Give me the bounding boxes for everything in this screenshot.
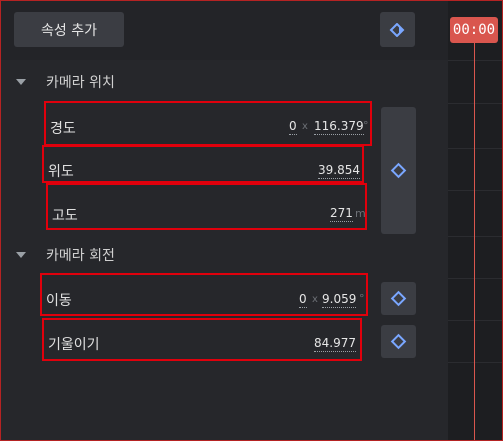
current-time-badge[interactable]: 00:00 xyxy=(450,17,498,43)
longitude-value[interactable]: 116.379 xyxy=(314,119,364,135)
property-label: 고도 xyxy=(52,208,78,224)
longitude-x-value[interactable]: 0 xyxy=(289,119,297,135)
tilt-value[interactable]: 84.977 xyxy=(314,336,356,352)
property-row-latitude[interactable]: 위도 39.854 xyxy=(42,145,364,183)
keyframe-diamond-icon xyxy=(390,162,407,179)
value-separator: x xyxy=(312,294,318,305)
playhead[interactable] xyxy=(474,43,475,441)
collapse-caret-icon[interactable] xyxy=(16,79,26,85)
next-keyframe-icon xyxy=(389,22,404,37)
property-row-tilt[interactable]: 기울이기 84.977 xyxy=(42,318,362,361)
next-keyframe-button[interactable] xyxy=(380,12,415,47)
keyframe-diamond-icon xyxy=(390,290,407,307)
unit-label: ° xyxy=(363,119,369,132)
property-label: 위도 xyxy=(48,164,74,180)
altitude-value[interactable]: 271 xyxy=(330,206,353,222)
property-row-altitude[interactable]: 고도 271 m xyxy=(46,183,367,230)
timeline-track[interactable] xyxy=(448,0,503,441)
value-separator: x xyxy=(302,121,308,132)
toolbar: 속성 추가 xyxy=(0,0,503,60)
collapse-caret-icon[interactable] xyxy=(16,252,26,258)
property-label: 경도 xyxy=(50,121,76,137)
section-camera-rotation[interactable]: 카메라 회전 xyxy=(0,243,440,267)
latitude-value[interactable]: 39.854 xyxy=(318,163,360,179)
add-keyframe-pan-button[interactable] xyxy=(381,282,416,315)
keyframe-diamond-icon xyxy=(390,333,407,350)
add-property-button[interactable]: 속성 추가 xyxy=(14,12,124,47)
property-label: 이동 xyxy=(46,293,72,309)
pan-value[interactable]: 9.059 xyxy=(322,292,357,308)
section-title: 카메라 위치 xyxy=(46,75,115,91)
unit-label: ° xyxy=(359,292,365,305)
unit-label: m xyxy=(355,207,366,220)
pan-x-value[interactable]: 0 xyxy=(299,292,307,308)
property-row-longitude[interactable]: 경도 0 x 116.379 ° xyxy=(44,101,372,146)
add-keyframe-tilt-button[interactable] xyxy=(381,325,416,358)
add-keyframe-camera-position-button[interactable] xyxy=(381,107,416,234)
section-title: 카메라 회전 xyxy=(46,248,115,264)
property-row-pan[interactable]: 이동 0 x 9.059 ° xyxy=(40,273,368,316)
property-label: 기울이기 xyxy=(48,337,100,353)
section-camera-position[interactable]: 카메라 위치 xyxy=(0,70,440,94)
